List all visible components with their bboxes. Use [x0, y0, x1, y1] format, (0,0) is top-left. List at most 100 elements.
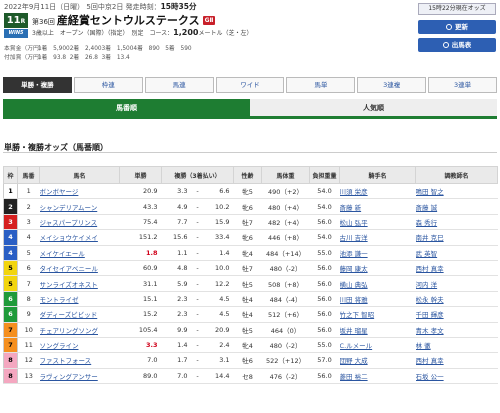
trainer-link[interactable]: 千田 輝彦	[416, 311, 444, 319]
place-odds-low: 2.3	[161, 306, 192, 323]
horse-name-cell: メイケイエール	[39, 245, 120, 261]
trainer-link[interactable]: 石坂 公一	[416, 373, 444, 381]
jockey-link[interactable]: 菱田 裕二	[340, 373, 368, 381]
horse-name-link[interactable]: メイケイエール	[40, 250, 85, 258]
tab-by-popularity[interactable]: 人気順	[250, 99, 497, 116]
place-separator: -	[191, 291, 204, 308]
odds-table: 枠 馬番 馬名 単勝 複勝（3着払い） 性齢 馬体重 負担重量 騎手名 調教師名…	[3, 166, 499, 385]
horse-name-link[interactable]: ソングライン	[40, 342, 79, 350]
horse-name-link[interactable]: タイセイアベニール	[40, 265, 98, 273]
horse-name-link[interactable]: チェアリングソング	[40, 327, 99, 335]
entries-button[interactable]: 出馬表	[418, 38, 496, 52]
win-odds: 105.4	[119, 322, 162, 338]
trainer-link[interactable]: 武 英智	[416, 250, 438, 258]
win5-badge: WIN5	[4, 29, 28, 38]
col-number: 馬番	[17, 166, 40, 184]
tab-bracket-quinella[interactable]: 枠連	[73, 77, 143, 93]
trainer-link[interactable]: 鳴田 智之	[416, 188, 444, 196]
tab-trio[interactable]: 3連複	[357, 77, 427, 93]
trainer-cell: 河内 洋	[415, 275, 498, 292]
jockey-link[interactable]: 坂井 瑠星	[340, 327, 368, 335]
col-jockey: 騎手名	[339, 166, 417, 184]
jockey-link[interactable]: C.ルメール	[340, 342, 373, 350]
trainer-link[interactable]: 西村 真幸	[416, 357, 444, 365]
added-1st: 1着 93.8	[37, 55, 67, 61]
trainer-link[interactable]: 河内 洋	[416, 281, 438, 289]
horse-name-link[interactable]: メイショウケイメイ	[40, 234, 98, 242]
place-odds-high: 20.9	[203, 322, 234, 338]
horse-name-link[interactable]: ダディーズビビッド	[40, 311, 98, 319]
place-odds-low: 4.8	[161, 260, 192, 277]
trainer-cell: 千田 輝彦	[415, 306, 498, 323]
horse-name-cell: ボンボヤージ	[39, 183, 120, 200]
place-separator: -	[191, 245, 204, 261]
place-odds-low: 1.4	[161, 337, 192, 354]
horse-name-link[interactable]: モントライゼ	[40, 296, 79, 304]
trainer-link[interactable]: 青木 孝文	[416, 327, 444, 335]
win-odds: 15.1	[119, 291, 162, 308]
trainer-link[interactable]: 斎藤 誠	[416, 204, 438, 212]
table-row: 7 11 ソングライン 3.3 1.4-2.4 牝4 480（-2） 55.0 C.ルメール 林 …	[3, 336, 498, 354]
number-cell: 8	[17, 291, 40, 308]
waku-cell: 5	[3, 275, 18, 292]
sex-age: 牡4	[233, 306, 262, 323]
tab-exacta[interactable]: 馬単	[286, 77, 356, 93]
waku-cell: 3	[3, 213, 18, 231]
trainer-link[interactable]: 林 徹	[416, 342, 431, 350]
trainer-link[interactable]: 森 秀行	[416, 219, 438, 227]
tab-by-number[interactable]: 馬番順	[3, 99, 250, 116]
load-weight: 56.0	[309, 260, 340, 277]
race-number-unit: R	[20, 18, 26, 25]
jockey-link[interactable]: 川田 将雅	[340, 296, 368, 304]
waku-cell: 8	[3, 352, 18, 369]
horse-name-link[interactable]: サンライズオネスト	[40, 281, 98, 289]
prize-1st: 1着 5,900	[37, 46, 70, 52]
number-cell: 7	[17, 275, 40, 292]
race-edition: 第36回	[32, 18, 55, 26]
horse-weight: 446（+8）	[261, 229, 310, 246]
jockey-cell: 坂井 瑠星	[339, 322, 416, 338]
jockey-link[interactable]: 斎藤 新	[340, 204, 362, 212]
horse-name-link[interactable]: ラヴィングアンサー	[40, 373, 98, 381]
trainer-link[interactable]: 南井 克巳	[416, 234, 444, 242]
horse-name-link[interactable]: ジャスパープリンス	[40, 219, 98, 227]
jockey-link[interactable]: 横山 典弘	[340, 281, 368, 289]
horse-name-link[interactable]: ファストフォース	[40, 357, 92, 365]
trainer-link[interactable]: 西村 真幸	[416, 265, 444, 273]
tab-trifecta[interactable]: 3連単	[428, 77, 498, 93]
win-odds: 75.4	[119, 214, 162, 231]
place-odds-high: 4.5	[203, 306, 234, 323]
trainer-link[interactable]: 松永 幹夫	[416, 296, 444, 304]
distance: 1,200	[173, 28, 199, 37]
trainer-cell: 松永 幹夫	[415, 291, 498, 308]
jockey-link[interactable]: 古川 吉洋	[340, 234, 368, 242]
jockey-cell: 川須 栄彦	[339, 183, 416, 200]
place-odds-high: 10.0	[203, 260, 234, 277]
table-row: 5 7 サンライズオネスト 31.1 5.9-12.2 牡5 508（+8） 56.0 横山 典…	[3, 275, 498, 292]
prize-row-main: 本賞金（万円） 1着 5,900 2着 2,400 3着 1,500 4着 89…	[4, 45, 195, 54]
horse-name-link[interactable]: ボンボヤージ	[40, 188, 79, 196]
prize-3rd: 3着 1,500	[101, 46, 134, 52]
sex-age: 牡5	[233, 275, 262, 292]
win-odds: 15.2	[119, 306, 162, 323]
distance-unit: メートル（芝・左）	[198, 30, 253, 37]
race-name: 産経賞セントウルステークス	[56, 14, 200, 27]
jockey-link[interactable]: 団野 大成	[340, 357, 368, 365]
added-3rd: 3着 13.4	[101, 55, 130, 61]
prize-table: 本賞金（万円） 1着 5,900 2着 2,400 3着 1,500 4着 89…	[4, 45, 195, 63]
jockey-link[interactable]: 松山 弘平	[340, 219, 368, 227]
tab-win-place[interactable]: 単勝・複勝	[3, 77, 72, 93]
horse-name-cell: メイショウケイメイ	[39, 229, 120, 246]
jockey-link[interactable]: 竹之下 智昭	[340, 311, 375, 319]
refresh-button[interactable]: 更新	[418, 20, 496, 34]
jockey-cell: 斎藤 新	[339, 198, 416, 215]
jockey-link[interactable]: 川須 栄彦	[340, 188, 368, 196]
tab-wide[interactable]: ワイド	[215, 77, 285, 93]
jockey-link[interactable]: 藤岡 康太	[340, 265, 368, 273]
tab-quinella[interactable]: 馬連	[144, 77, 214, 93]
refresh-label: 更新	[455, 23, 468, 31]
jockey-link[interactable]: 池添 謙一	[340, 250, 368, 258]
horse-name-link[interactable]: シャンデリアムーン	[40, 204, 98, 212]
jockey-cell: 池添 謙一	[339, 245, 416, 261]
col-place: 複勝（3着払い）	[160, 166, 235, 184]
